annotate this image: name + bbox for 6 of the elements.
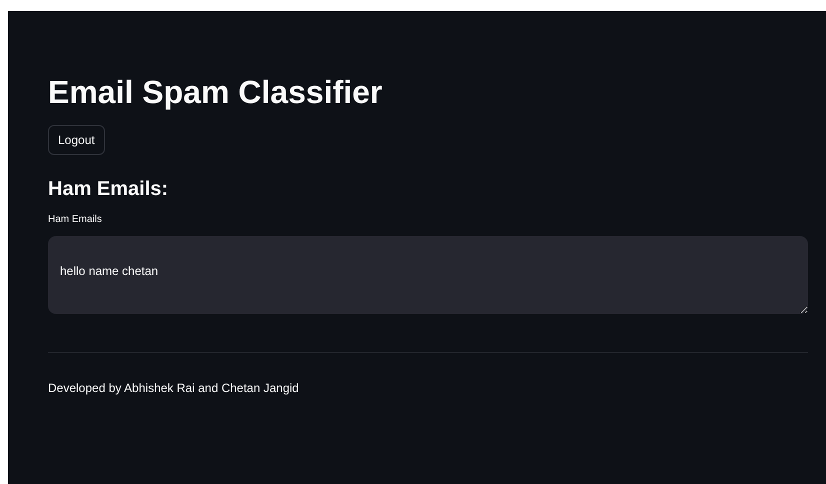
page-title: Email Spam Classifier	[48, 73, 384, 112]
section-heading: Ham Emails:	[48, 177, 170, 202]
logout-button[interactable]: Logout	[48, 125, 105, 155]
text-area[interactable]: hello name chetan	[48, 236, 808, 314]
footer-text: Developed by Abhishek Rai and Chetan Jangid	[48, 380, 299, 396]
field-label: Ham Emails	[48, 213, 102, 227]
